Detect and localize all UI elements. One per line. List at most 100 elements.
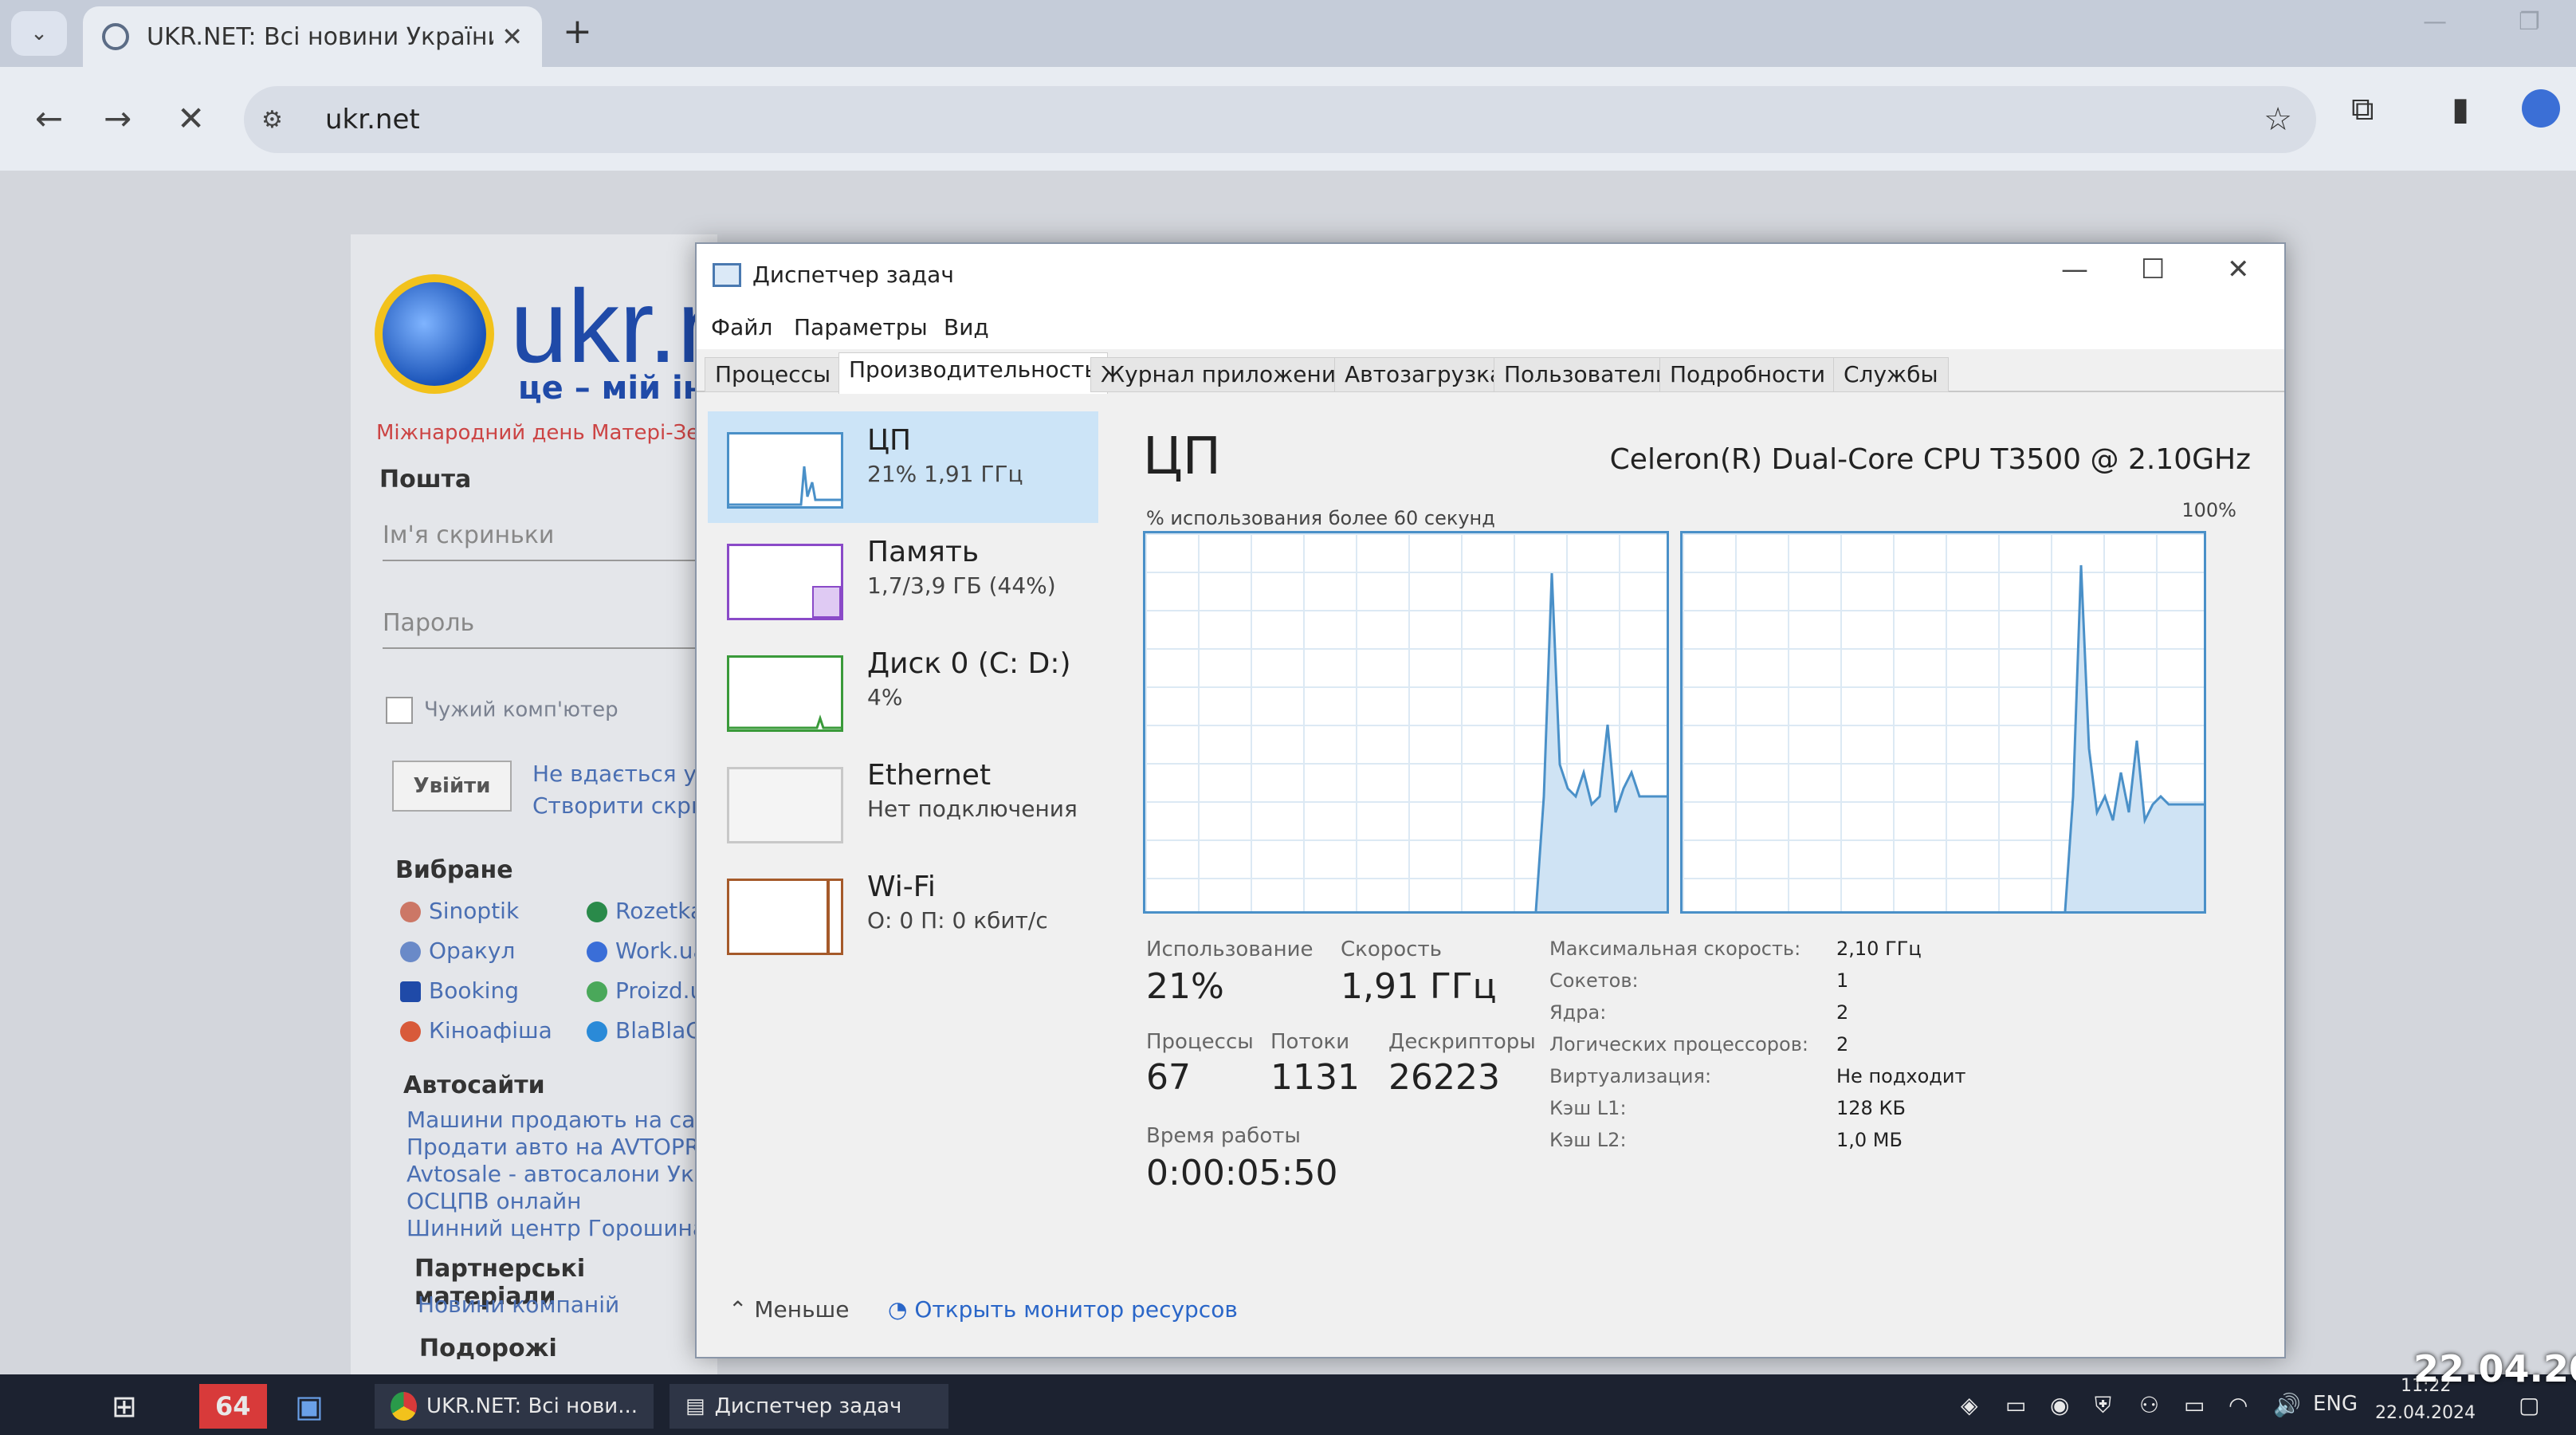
taskbar-chrome-item[interactable]: UKR.NET: Всі нови... <box>375 1384 654 1429</box>
maximize-icon[interactable]: ☐ <box>2141 254 2165 285</box>
tune-icon[interactable]: ⚙ <box>261 106 309 134</box>
resource-subtitle: О: 0 П: 0 кбит/с <box>867 907 1048 934</box>
window-footer: ⌃ Меньше ◔ Открыть монитор ресурсов <box>728 1288 2163 1336</box>
resource-ethernet[interactable]: Ethernet Нет подключения <box>708 746 1098 858</box>
battery-icon[interactable]: ▭ <box>2184 1392 2205 1418</box>
shield-icon[interactable]: ⛨ <box>2095 1392 2111 1419</box>
tab-app-history[interactable]: Журнал приложений <box>1090 357 1361 392</box>
wifi-bar <box>827 881 830 953</box>
cpu-graph-core-0 <box>1143 531 1669 914</box>
spec-label: Максимальная скорость: <box>1549 938 1801 960</box>
fewer-details-button[interactable]: ⌃ Меньше <box>728 1296 849 1323</box>
auto-link[interactable]: ОСЦПВ онлайн <box>406 1188 582 1214</box>
chrome-icon <box>391 1392 418 1421</box>
favorite-link[interactable]: Booking <box>400 977 519 1004</box>
open-resource-monitor-link[interactable]: ◔ Открыть монитор ресурсов <box>888 1296 1238 1323</box>
tab-startup[interactable]: Автозагрузка <box>1334 357 1514 392</box>
tab-services[interactable]: Службы <box>1833 357 1949 392</box>
auto-link[interactable]: Продати авто на AVTOPRO <box>406 1134 717 1160</box>
tab-search-dropdown[interactable]: ⌄ <box>11 11 67 56</box>
mail-heading: Пошта <box>379 466 472 493</box>
notifications-icon[interactable]: ▢ <box>2519 1392 2539 1418</box>
window-titlebar[interactable]: Диспетчер задач — ☐ ✕ <box>697 244 2284 305</box>
menu-file[interactable]: Файл <box>711 314 772 340</box>
forward-arrow-icon[interactable]: → <box>104 99 132 138</box>
auto-link[interactable]: Машини продають на сайті <box>406 1107 729 1133</box>
task-manager-window: Диспетчер задач — ☐ ✕ Файл Параметры Вид… <box>695 242 2286 1358</box>
tab-performance[interactable]: Производительность <box>838 352 1108 394</box>
resource-memory[interactable]: Память 1,7/3,9 ГБ (44%) <box>708 523 1098 635</box>
foreign-pc-checkbox[interactable]: Чужий комп'ютер <box>386 697 618 724</box>
ukrnet-site: ukr.n це – мій ін Міжнародний день Матер… <box>351 234 735 1374</box>
tray-record-icon[interactable]: ◉ <box>2050 1392 2069 1418</box>
tray-app-icon[interactable]: ◈ <box>1961 1392 1978 1418</box>
browser-tab-ukrnet[interactable]: UKR.NET: Всі новини України, с ✕ <box>83 6 542 67</box>
login-button[interactable]: Увійти <box>392 761 512 812</box>
speed-value: 1,91 ГГц <box>1341 966 1497 1007</box>
windows-start-icon[interactable]: ⊞ <box>112 1384 137 1429</box>
checkbox-icon[interactable] <box>386 697 413 724</box>
minimize-icon[interactable]: — <box>2061 254 2088 285</box>
spec-value: 2 <box>1836 1001 1849 1024</box>
wifi-icon[interactable]: ◠ <box>2228 1392 2248 1418</box>
menu-options[interactable]: Параметры <box>794 314 928 340</box>
banner-link[interactable]: Міжнародний день Матері-Зем <box>376 421 715 445</box>
favorite-link[interactable]: Rozetka <box>587 898 704 924</box>
resource-wifi[interactable]: Wi-Fi О: 0 П: 0 кбит/с <box>708 858 1098 969</box>
usage-label: Использование <box>1146 938 1314 961</box>
menu-view[interactable]: Вид <box>944 314 989 340</box>
auto-link[interactable]: Avtosale - автосалони Украї <box>406 1161 728 1187</box>
camera-date-overlay: 22.04.20 <box>2413 1347 2576 1390</box>
side-panel-icon[interactable]: ▮ <box>2452 91 2469 128</box>
address-bar[interactable]: ⚙ ukr.net ☆ <box>244 86 2316 153</box>
memory-thumbnail <box>727 544 843 620</box>
favorite-link[interactable]: Proizd.u <box>587 977 704 1004</box>
floppy-icon[interactable]: ▣ <box>295 1384 324 1429</box>
taskbar-taskmgr-item[interactable]: ▤ Диспетчер задач <box>670 1384 948 1429</box>
task-manager-icon: ▤ <box>685 1394 705 1418</box>
favorite-link[interactable]: BlaBlaC <box>587 1017 701 1044</box>
uptime-label: Время работы <box>1146 1124 1301 1148</box>
usage-value: 21% <box>1146 966 1224 1007</box>
tray-window-icon[interactable]: ▭ <box>2005 1392 2026 1418</box>
spec-value: 2,10 ГГц <box>1836 938 1922 960</box>
plus-icon[interactable]: + <box>563 11 592 52</box>
favorite-link[interactable]: Work.ua <box>587 938 707 964</box>
tab-users[interactable]: Пользователи <box>1494 357 1680 392</box>
star-icon[interactable]: ☆ <box>2264 101 2292 138</box>
resource-subtitle: 21% 1,91 ГГц <box>867 461 1023 487</box>
profile-icon[interactable] <box>2522 89 2560 128</box>
back-arrow-icon[interactable]: ← <box>35 99 63 138</box>
partners-link[interactable]: Новини компаній <box>418 1292 619 1318</box>
restore-icon[interactable]: ❐ <box>2519 8 2540 36</box>
foreign-pc-label: Чужий комп'ютер <box>424 698 618 722</box>
spec-value: 1 <box>1836 969 1849 992</box>
favorite-link[interactable]: Оракул <box>400 938 515 964</box>
app-64-icon[interactable]: 64 <box>199 1384 267 1429</box>
close-icon[interactable]: ✕ <box>501 22 523 52</box>
tab-processes[interactable]: Процессы <box>705 357 842 392</box>
minimize-icon[interactable]: — <box>2423 8 2447 36</box>
close-icon[interactable]: ✕ <box>2227 254 2250 285</box>
auto-link[interactable]: Шинний центр Горошина <box>406 1215 706 1241</box>
puzzle-icon[interactable]: ⧉ <box>2351 91 2374 128</box>
cpu-core-0-line <box>1145 572 1667 912</box>
resource-disk[interactable]: Диск 0 (C: D:) 4% <box>708 635 1098 746</box>
spec-value: 2 <box>1836 1033 1849 1056</box>
volume-icon[interactable]: 🔊 <box>2273 1392 2301 1418</box>
tab-details[interactable]: Подробности <box>1659 357 1836 392</box>
password-input[interactable]: Пароль <box>383 601 701 649</box>
resource-monitor-icon: ◔ <box>888 1296 915 1323</box>
stop-loading-button[interactable]: ✕ <box>177 99 205 138</box>
input-language[interactable]: ENG <box>2313 1392 2358 1416</box>
auto-heading: Автосайти <box>403 1071 545 1099</box>
favorite-link[interactable]: Кіноафіша <box>400 1017 552 1044</box>
favorite-link[interactable]: Sinoptik <box>400 898 519 924</box>
graph-max-label: 100% <box>2181 499 2236 521</box>
resource-cpu[interactable]: ЦП 21% 1,91 ГГц <box>708 411 1098 523</box>
tray-network-icon[interactable]: ⚇ <box>2139 1392 2159 1418</box>
disk-thumbnail <box>727 655 843 732</box>
mailbox-input[interactable]: Ім'я скриньки <box>383 513 701 561</box>
browser-tab-strip: ⌄ UKR.NET: Всі новини України, с ✕ + — ❐ <box>0 0 2576 67</box>
clock-date[interactable]: 22.04.2024 <box>2375 1403 2476 1423</box>
